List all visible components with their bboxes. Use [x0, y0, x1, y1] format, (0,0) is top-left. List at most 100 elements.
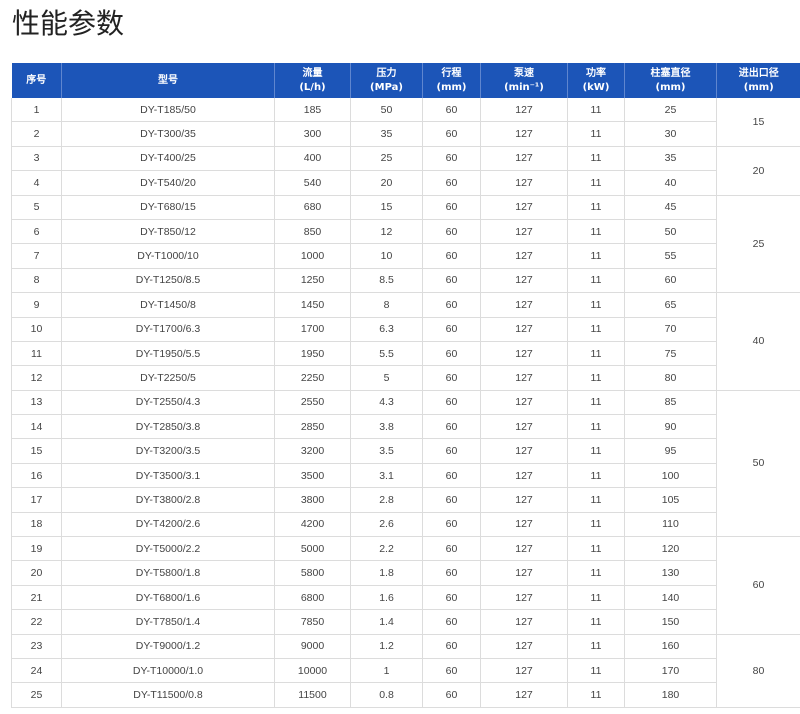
table-row: 14 DY-T2850/3.8 2850 3.8 60 127 11 90	[11, 414, 800, 440]
cell-model: DY-T3200/3.5	[61, 438, 275, 464]
cell-stroke: 60	[422, 365, 481, 391]
cell-model: DY-T3800/2.8	[61, 487, 275, 513]
cell-pump-speed: 127	[480, 98, 568, 123]
cell-stroke: 60	[422, 438, 481, 464]
cell-pump-speed: 127	[480, 243, 568, 269]
cell-model: DY-T3500/3.1	[61, 462, 275, 489]
cell-model: DY-T1450/8	[61, 292, 275, 318]
cell-model: DY-T850/12	[61, 218, 275, 245]
table-row: 5 DY-T680/15 680 15 60 127 11 45 25	[11, 194, 800, 294]
cell-index: 18	[11, 511, 62, 538]
cell-stroke: 60	[422, 316, 481, 342]
cell-flow: 5800	[274, 560, 351, 586]
cell-pump-speed: 127	[480, 365, 568, 391]
cell-plunger-diameter: 95	[624, 438, 717, 464]
cell-pump-speed: 127	[480, 292, 568, 318]
cell-index: 25	[11, 682, 62, 708]
cell-pressure: 1.8	[350, 560, 423, 586]
cell-stroke: 60	[422, 194, 481, 220]
cell-pressure: 5	[350, 365, 423, 391]
cell-flow: 400	[274, 145, 351, 172]
cell-power: 11	[567, 267, 625, 294]
table-row: 1 DY-T185/50 185 50 60 127 11 25 15	[11, 98, 800, 147]
cell-plunger-diameter: 55	[624, 243, 717, 269]
cell-stroke: 60	[422, 218, 481, 245]
cell-power: 11	[567, 243, 625, 269]
cell-index: 2	[11, 121, 62, 147]
cell-pressure: 1.4	[350, 609, 423, 635]
cell-power: 11	[567, 609, 625, 635]
cell-power: 11	[567, 633, 625, 659]
cell-stroke: 60	[422, 267, 481, 294]
cell-index: 7	[11, 243, 62, 269]
cell-flow: 11500	[274, 682, 351, 708]
cell-pump-speed: 127	[480, 511, 568, 538]
cell-pressure: 3.1	[350, 462, 423, 489]
cell-port-diameter: 60	[716, 536, 800, 635]
cell-power: 11	[567, 365, 625, 391]
cell-stroke: 60	[422, 414, 481, 440]
table-row: 16 DY-T3500/3.1 3500 3.1 60 127 11 100	[11, 462, 800, 489]
cell-power: 11	[567, 536, 625, 562]
cell-model: DY-T2250/5	[61, 365, 275, 391]
header-power: 功率 (kW)	[567, 63, 625, 98]
cell-plunger-diameter: 50	[624, 218, 717, 245]
cell-index: 5	[11, 194, 62, 220]
cell-pump-speed: 127	[480, 145, 568, 172]
cell-model: DY-T400/25	[61, 145, 275, 172]
cell-pressure: 8.5	[350, 267, 423, 294]
cell-stroke: 60	[422, 657, 481, 684]
cell-plunger-diameter: 45	[624, 194, 717, 220]
cell-plunger-diameter: 65	[624, 292, 717, 318]
cell-power: 11	[567, 584, 625, 611]
cell-flow: 2550	[274, 389, 351, 416]
table-row: 10 DY-T1700/6.3 1700 6.3 60 127 11 70	[11, 316, 800, 342]
cell-stroke: 60	[422, 682, 481, 708]
cell-pressure: 2.6	[350, 511, 423, 538]
cell-flow: 3500	[274, 462, 351, 489]
table-row: 12 DY-T2250/5 2250 5 60 127 11 80	[11, 365, 800, 391]
cell-stroke: 60	[422, 462, 481, 489]
cell-port-diameter: 50	[716, 389, 800, 538]
cell-flow: 6800	[274, 584, 351, 611]
cell-stroke: 60	[422, 98, 481, 123]
cell-pressure: 2.2	[350, 536, 423, 562]
cell-power: 11	[567, 657, 625, 684]
cell-power: 11	[567, 462, 625, 489]
cell-pump-speed: 127	[480, 438, 568, 464]
table-row: 15 DY-T3200/3.5 3200 3.5 60 127 11 95	[11, 438, 800, 464]
cell-plunger-diameter: 105	[624, 487, 717, 513]
cell-plunger-diameter: 100	[624, 462, 717, 489]
cell-stroke: 60	[422, 121, 481, 147]
cell-plunger-diameter: 160	[624, 633, 717, 659]
cell-stroke: 60	[422, 340, 481, 367]
cell-stroke: 60	[422, 170, 481, 196]
cell-plunger-diameter: 80	[624, 365, 717, 391]
cell-pump-speed: 127	[480, 170, 568, 196]
cell-port-diameter: 15	[716, 98, 800, 147]
cell-pump-speed: 127	[480, 536, 568, 562]
cell-flow: 185	[274, 98, 351, 123]
cell-pump-speed: 127	[480, 560, 568, 586]
cell-plunger-diameter: 25	[624, 98, 717, 123]
cell-power: 11	[567, 511, 625, 538]
cell-stroke: 60	[422, 487, 481, 513]
cell-flow: 1700	[274, 316, 351, 342]
cell-power: 11	[567, 121, 625, 147]
cell-model: DY-T7850/1.4	[61, 609, 275, 635]
cell-flow: 10000	[274, 657, 351, 684]
cell-flow: 9000	[274, 633, 351, 659]
cell-flow: 680	[274, 194, 351, 220]
cell-pump-speed: 127	[480, 194, 568, 220]
cell-plunger-diameter: 110	[624, 511, 717, 538]
table-row: 4 DY-T540/20 540 20 60 127 11 40	[11, 170, 800, 196]
cell-model: DY-T11500/0.8	[61, 682, 275, 708]
cell-model: DY-T300/35	[61, 121, 275, 147]
page-title: 性能参数	[12, 7, 125, 40]
header-pump-speed: 泵速 (min⁻¹)	[480, 63, 568, 98]
cell-plunger-diameter: 60	[624, 267, 717, 294]
cell-plunger-diameter: 180	[624, 682, 717, 708]
cell-index: 3	[11, 145, 62, 172]
cell-power: 11	[567, 316, 625, 342]
cell-pump-speed: 127	[480, 462, 568, 489]
